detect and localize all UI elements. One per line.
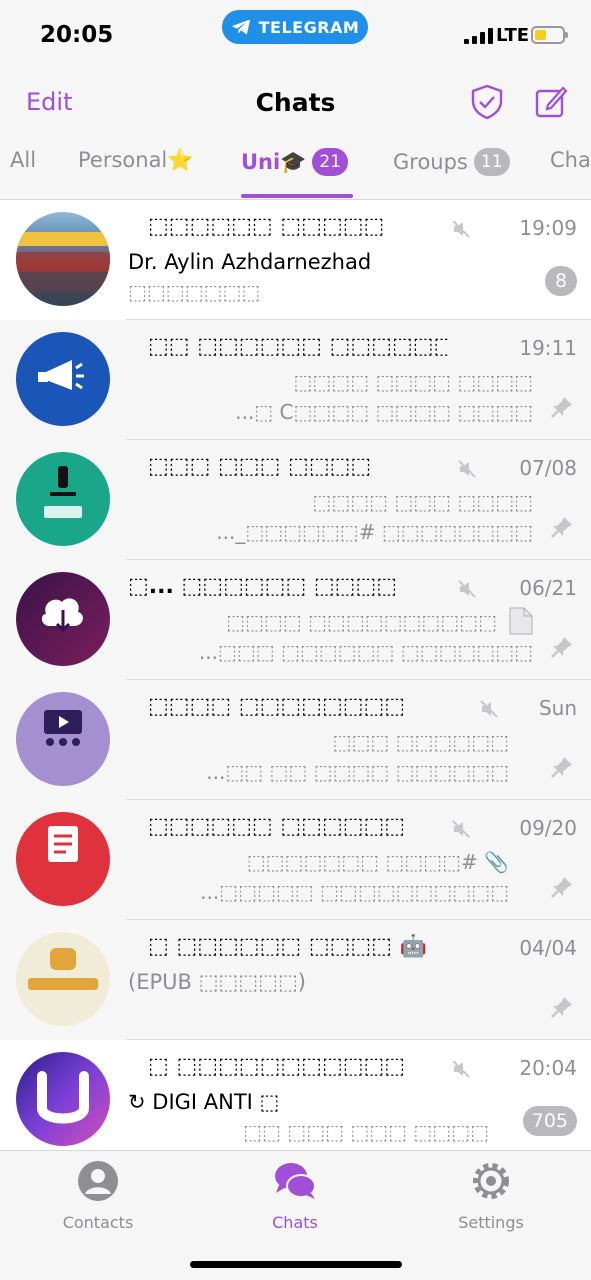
- avatar: [16, 1052, 110, 1146]
- chat-list: ⬚⬚⬚⬚⬚⬚ ⬚⬚⬚⬚⬚ 19:09 Dr. Aylin Azhdarnezha…: [0, 200, 591, 1150]
- chat-preview-line2: ...⬚⬚ ⬚⬚ ⬚⬚⬚⬚ ⬚⬚⬚⬚⬚⬚: [206, 760, 509, 784]
- chat-title: ⬚⬚⬚ ⬚⬚⬚ ⬚⬚⬚⬚: [148, 454, 372, 479]
- chat-title: ⬚... ⬚⬚⬚⬚⬚⬚ ⬚⬚⬚⬚: [128, 574, 398, 599]
- chat-title: ⬚⬚⬚⬚ ⬚⬚⬚⬚⬚⬚⬚⬚: [148, 694, 406, 719]
- chat-bubbles-icon: [275, 1163, 316, 1199]
- chat-title: ⬚⬚⬚⬚⬚⬚ ⬚⬚⬚⬚⬚⬚: [148, 814, 406, 839]
- chat-row[interactable]: ⬚⬚⬚ ⬚⬚⬚ ⬚⬚⬚⬚ 07/08 ⬚⬚⬚⬚ ⬚⬚⬚ ⬚⬚⬚⬚ ..._⬚⬚⬚…: [0, 440, 591, 560]
- tab-channels[interactable]: Cha: [550, 148, 591, 172]
- folder-tabs: All Personal⭐ Uni🎓 21 Groups 11 Cha: [0, 144, 591, 200]
- chat-sender: ↻ DIGI ANTI ⬚: [128, 1090, 280, 1114]
- muted-icon: [458, 460, 476, 478]
- chat-row[interactable]: ⬚... ⬚⬚⬚⬚⬚⬚ ⬚⬚⬚⬚ 06/21 ⬚⬚⬚⬚ ⬚⬚⬚⬚⬚⬚⬚⬚⬚⬚ .…: [0, 560, 591, 680]
- chat-preview: (EPUB ⬚⬚⬚⬚⬚): [128, 970, 306, 994]
- tab-settings[interactable]: Settings: [431, 1159, 551, 1232]
- tab-settings-label: Settings: [458, 1213, 524, 1232]
- muted-icon: [452, 820, 470, 838]
- chat-time: 06/21: [519, 576, 577, 600]
- tab-all[interactable]: All: [10, 148, 36, 172]
- tab-chats-label: Chats: [272, 1213, 318, 1232]
- chat-preview: ⬚⬚⬚⬚⬚⬚⬚: [128, 280, 261, 304]
- chat-preview-line1: ⬚⬚⬚ ⬚⬚⬚⬚⬚⬚: [332, 730, 509, 754]
- chat-title: ⬚⬚ ⬚⬚⬚⬚⬚⬚ ⬚⬚⬚⬚⬚⬚: [148, 334, 448, 359]
- pin-icon: [551, 397, 572, 418]
- chat-sender: Dr. Aylin Azhdarnezhad: [128, 250, 372, 274]
- telegram-plane-icon: [231, 19, 250, 35]
- chat-row[interactable]: ⬚ ⬚⬚⬚⬚⬚⬚ ⬚⬚⬚⬚ 🤖 04/04 (EPUB ⬚⬚⬚⬚⬚): [0, 920, 591, 1040]
- avatar: [16, 812, 110, 906]
- chat-time: 09/20: [519, 816, 577, 840]
- pin-icon: [551, 877, 572, 898]
- tab-uni[interactable]: Uni🎓 21: [241, 148, 348, 176]
- chat-title: ⬚ ⬚⬚⬚⬚⬚⬚ ⬚⬚⬚⬚ 🤖: [148, 934, 428, 959]
- avatar: [16, 572, 110, 666]
- chat-time: 19:09: [519, 216, 577, 240]
- chat-row[interactable]: ⬚ ⬚⬚⬚⬚⬚⬚⬚⬚⬚⬚⬚ 20:04 ↻ DIGI ANTI ⬚ ⬚⬚ ⬚⬚⬚…: [0, 1040, 591, 1150]
- chat-row[interactable]: ⬚⬚⬚⬚⬚⬚ ⬚⬚⬚⬚⬚⬚ 09/20 ⬚⬚⬚⬚⬚⬚⬚ ⬚⬚⬚⬚# 📎 ...⬚…: [0, 800, 591, 920]
- status-time: 20:05: [40, 22, 114, 48]
- chat-preview-line1: ⬚⬚⬚⬚ ⬚⬚⬚⬚ ⬚⬚⬚⬚: [293, 370, 533, 394]
- tab-personal[interactable]: Personal⭐: [78, 148, 193, 173]
- avatar: [16, 332, 110, 426]
- status-bar: 20:05 TELEGRAM LTE: [0, 0, 591, 72]
- active-tab-indicator: [241, 194, 353, 198]
- chat-row[interactable]: ⬚⬚⬚⬚⬚⬚ ⬚⬚⬚⬚⬚ 19:09 Dr. Aylin Azhdarnezha…: [0, 200, 591, 320]
- home-indicator: [190, 1261, 402, 1268]
- chat-preview: ⬚⬚ ⬚⬚⬚ ⬚⬚⬚ ⬚⬚⬚⬚: [243, 1120, 489, 1144]
- chat-time: Sun: [538, 696, 577, 720]
- chat-row[interactable]: ⬚⬚ ⬚⬚⬚⬚⬚⬚ ⬚⬚⬚⬚⬚⬚ 19:11 ⬚⬚⬚⬚ ⬚⬚⬚⬚ ⬚⬚⬚⬚ ..…: [0, 320, 591, 440]
- pin-icon: [551, 997, 572, 1018]
- tab-contacts[interactable]: Contacts: [38, 1159, 158, 1232]
- tab-groups-badge: 11: [473, 148, 510, 176]
- avatar: [16, 932, 110, 1026]
- signal-icon: [464, 28, 493, 44]
- avatar: [16, 212, 110, 306]
- pin-icon: [551, 517, 572, 538]
- tab-chats[interactable]: Chats: [235, 1159, 355, 1232]
- gear-icon: [473, 1163, 509, 1199]
- chat-preview-line2: ...⬚⬚⬚ ⬚⬚⬚⬚⬚⬚ ⬚⬚⬚⬚⬚⬚⬚: [198, 640, 533, 664]
- tab-contacts-label: Contacts: [62, 1213, 134, 1232]
- muted-icon: [480, 700, 498, 718]
- muted-icon: [452, 1060, 470, 1078]
- muted-icon: [458, 580, 476, 598]
- telegram-return-pill[interactable]: TELEGRAM: [222, 10, 368, 44]
- chat-title: ⬚⬚⬚⬚⬚⬚ ⬚⬚⬚⬚⬚: [148, 214, 385, 239]
- chat-preview-line2: ...⬚⬚⬚⬚⬚ ⬚⬚⬚⬚⬚⬚⬚⬚⬚⬚: [200, 880, 509, 904]
- network-type: LTE: [496, 25, 530, 46]
- chat-title: ⬚ ⬚⬚⬚⬚⬚⬚⬚⬚⬚⬚⬚: [148, 1054, 406, 1079]
- chat-row[interactable]: ⬚⬚⬚⬚ ⬚⬚⬚⬚⬚⬚⬚⬚ Sun ⬚⬚⬚ ⬚⬚⬚⬚⬚⬚ ...⬚⬚ ⬚⬚ ⬚⬚…: [0, 680, 591, 800]
- pin-icon: [551, 757, 572, 778]
- unread-count-badge: 8: [545, 266, 577, 296]
- avatar: [16, 452, 110, 546]
- avatar: [16, 692, 110, 786]
- person-circle-icon: [78, 1161, 118, 1201]
- muted-icon: [452, 220, 470, 238]
- chat-preview-line1: ⬚⬚⬚⬚ ⬚⬚⬚ ⬚⬚⬚⬚: [312, 490, 533, 514]
- chat-time: 20:04: [519, 1056, 577, 1080]
- chat-preview-line2: ..._⬚⬚⬚⬚⬚⬚# ⬚⬚⬚⬚⬚⬚⬚⬚: [216, 520, 533, 544]
- document-icon: [509, 607, 533, 635]
- chat-time: 04/04: [519, 936, 577, 960]
- chats-header: Edit Chats All Personal⭐ Uni🎓 21 Groups …: [0, 72, 591, 200]
- chat-time: 07/08: [519, 456, 577, 480]
- bottom-tab-bar: Contacts Chats Settings: [0, 1150, 591, 1280]
- tab-uni-badge: 21: [312, 148, 348, 176]
- shield-check-icon[interactable]: [470, 84, 504, 120]
- chat-preview-line1: ⬚⬚⬚⬚ ⬚⬚⬚⬚⬚⬚⬚⬚⬚⬚: [226, 610, 497, 634]
- tab-groups[interactable]: Groups 11: [393, 148, 510, 176]
- chat-preview-line2: ...⬚ C⬚⬚⬚⬚ ⬚⬚⬚⬚ ⬚⬚⬚⬚: [235, 400, 533, 424]
- telegram-pill-label: TELEGRAM: [258, 17, 360, 37]
- chat-time: 19:11: [519, 336, 577, 360]
- battery-icon: [531, 26, 568, 44]
- compose-icon[interactable]: [534, 84, 568, 120]
- pin-icon: [551, 637, 572, 658]
- unread-count-badge: 705: [522, 1106, 577, 1136]
- chat-preview-line1: ⬚⬚⬚⬚⬚⬚⬚ ⬚⬚⬚⬚# 📎: [246, 850, 509, 874]
